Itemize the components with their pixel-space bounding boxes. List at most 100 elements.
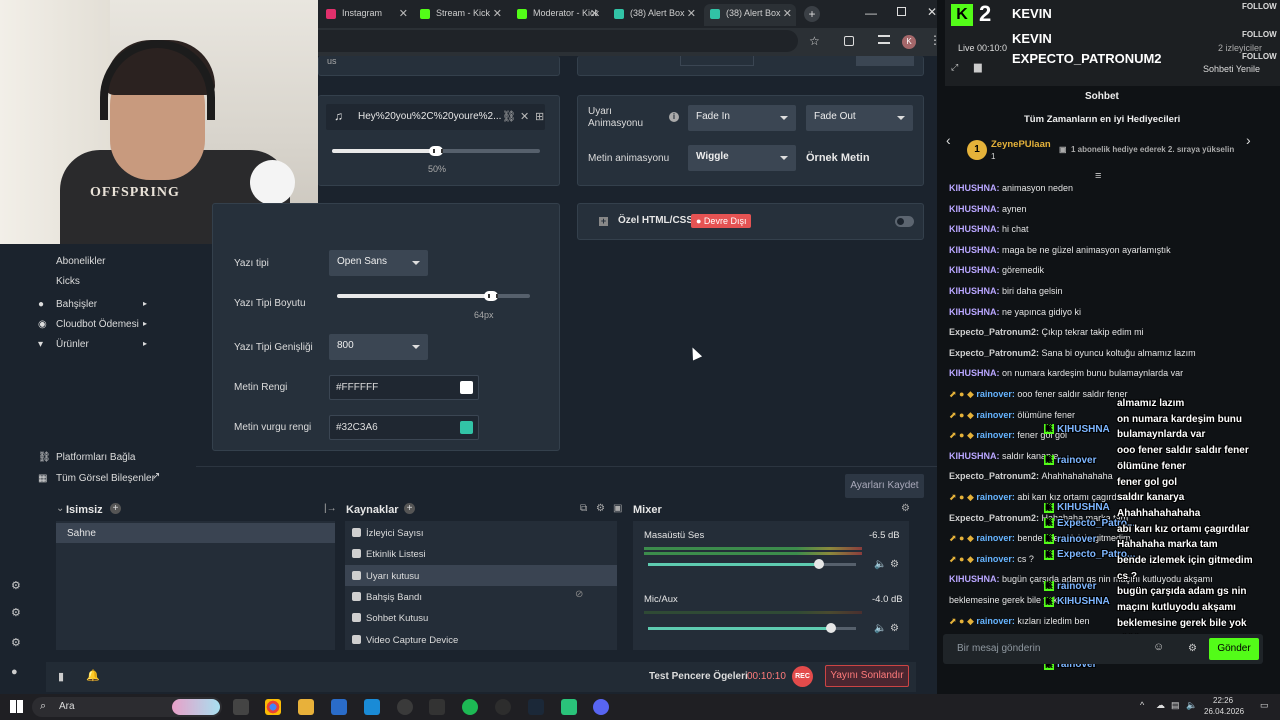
close-icon[interactable]: ✕	[399, 7, 408, 20]
chat-username[interactable]: Expecto_Patronum2:	[949, 471, 1042, 481]
text-animation-select[interactable]: Wiggle	[688, 145, 796, 171]
chat-username[interactable]: rainover:	[976, 389, 1017, 399]
fade-out-select[interactable]: Fade Out	[806, 105, 913, 131]
chat-username[interactable]: KIHUSHNA:	[949, 204, 1002, 214]
gear-icon[interactable]: ⚙	[890, 559, 899, 570]
close-icon[interactable]: ✕	[590, 7, 599, 20]
partial-input[interactable]	[680, 56, 754, 66]
add-scene-button[interactable]: +	[110, 503, 121, 514]
maximize-button[interactable]	[897, 7, 906, 16]
notification-icon[interactable]: ▭	[1260, 700, 1269, 711]
speaker-icon[interactable]: 🔈	[874, 623, 886, 634]
sidebar-item-kicks[interactable]: Kicks	[56, 276, 80, 287]
streamlabs-icon[interactable]	[561, 699, 577, 715]
chat-username[interactable]: KIHUSHNA:	[949, 245, 1002, 255]
close-icon[interactable]: ✕	[520, 110, 529, 123]
chat-username[interactable]: KIHUSHNA:	[949, 451, 1002, 461]
chat-username[interactable]: KIHUSHNA:	[949, 286, 1002, 296]
user-icon[interactable]: ●	[11, 666, 18, 678]
gear-icon[interactable]: ⚙	[11, 579, 21, 592]
link-icon[interactable]: ⛓	[502, 110, 516, 123]
task-view-icon[interactable]	[233, 699, 249, 715]
save-settings-button[interactable]: Ayarları Kaydet	[845, 474, 924, 498]
speaker-icon[interactable]: 🔈	[874, 559, 886, 570]
end-stream-button[interactable]: Yayını Sonlandır	[825, 665, 909, 687]
new-tab-button[interactable]: +	[804, 6, 820, 22]
chat-username[interactable]: Expecto_Patronum2:	[949, 348, 1042, 358]
copy-icon[interactable]: ⧉	[580, 503, 587, 514]
partial-button[interactable]	[856, 56, 914, 66]
tab-alert-box-active[interactable]: (38) Alert Box ✕	[704, 4, 796, 26]
fade-in-select[interactable]: Fade In	[688, 105, 796, 131]
gear-icon[interactable]: ⚙	[1188, 643, 1197, 654]
accent-color-input[interactable]: #32C3A6	[329, 415, 479, 440]
discord-icon[interactable]	[593, 699, 609, 715]
chat-username[interactable]: rainover:	[976, 533, 1017, 543]
source-item[interactable]: Bahşiş Bandı	[352, 591, 422, 603]
volume-thumb[interactable]	[814, 559, 824, 569]
settings-icon[interactable]: ⚙	[11, 636, 21, 649]
volume-icon[interactable]: 🔈	[1186, 700, 1197, 711]
font-family-select[interactable]: Open Sans	[329, 250, 428, 276]
grid-icon[interactable]: ⊞	[535, 110, 544, 123]
spotify-icon[interactable]	[462, 699, 478, 715]
close-icon[interactable]: ✕	[687, 7, 696, 20]
text-color-swatch[interactable]	[460, 381, 473, 394]
chat-username[interactable]: KIHUSHNA:	[949, 307, 1002, 317]
emoji-icon[interactable]: ☺	[1153, 641, 1164, 653]
chat-username[interactable]: KIHUSHNA:	[949, 368, 1002, 378]
tab-moderator[interactable]: Moderator - Kick ✕	[511, 4, 603, 26]
text-color-input[interactable]: #FFFFFF	[329, 375, 479, 400]
source-item[interactable]: Etkinlik Listesi	[352, 549, 426, 560]
refresh-chat-button[interactable]: Sohbeti Yenile	[1203, 64, 1260, 74]
record-button[interactable]: REC	[792, 666, 813, 687]
info-icon[interactable]: i	[669, 112, 679, 122]
cloud-icon[interactable]: ☁	[1156, 700, 1165, 711]
chrome-icon[interactable]	[265, 699, 281, 715]
gift-icon[interactable]: ▆	[974, 62, 982, 73]
tray-chevron-icon[interactable]: ^	[1140, 700, 1144, 710]
sidebar-item-tips[interactable]: Bahşişler	[56, 299, 97, 310]
expand-icon[interactable]: +	[599, 217, 608, 226]
chat-username[interactable]: KIHUSHNA:	[949, 265, 1002, 275]
collapse-icon[interactable]: |→	[324, 503, 337, 514]
accent-color-swatch[interactable]	[460, 421, 473, 434]
gear-icon[interactable]: ⚙	[11, 606, 21, 619]
source-item[interactable]: Video Capture Device	[352, 634, 458, 646]
gear-icon[interactable]: ⚙	[901, 503, 910, 514]
star-icon[interactable]: ☆	[809, 34, 820, 48]
font-size-thumb[interactable]	[484, 291, 498, 301]
chat-username[interactable]: rainover:	[976, 616, 1017, 626]
send-button[interactable]: Gönder	[1209, 638, 1259, 660]
capcut-icon[interactable]	[429, 699, 445, 715]
close-icon[interactable]: ✕	[783, 7, 792, 20]
windows-start-icon[interactable]	[10, 700, 23, 713]
sidebar-item-subscriptions[interactable]: Abonelikler	[56, 256, 105, 267]
chat-username[interactable]: KIHUSHNA:	[949, 224, 1002, 234]
volume-thumb[interactable]	[429, 146, 443, 156]
chat-username[interactable]: KIHUSHNA:	[949, 183, 1002, 193]
sidebar-item-products[interactable]: Ürünler	[56, 339, 89, 350]
chat-username[interactable]: Expecto_Patronum2:	[949, 327, 1042, 337]
app-icon[interactable]	[495, 699, 511, 715]
minimize-button[interactable]: —	[865, 6, 877, 20]
all-widgets-link[interactable]: Tüm Görsel Bileşenler	[56, 473, 155, 484]
bell-icon[interactable]: 🔔	[86, 669, 100, 682]
source-item[interactable]: İzleyici Sayısı	[352, 528, 424, 539]
test-widgets-label[interactable]: Test Pencere Ögeleri	[649, 671, 748, 682]
tab-stream[interactable]: Stream - Kick ✕	[414, 4, 506, 26]
chat-username[interactable]: rainover:	[976, 430, 1017, 440]
connect-platforms-link[interactable]: Platformları Bağla	[56, 452, 135, 463]
chat-username[interactable]: rainover:	[976, 410, 1017, 420]
address-bar[interactable]	[318, 30, 798, 52]
chevron-left-icon[interactable]: ‹	[946, 132, 951, 148]
gear-icon[interactable]: ⚙	[890, 623, 899, 634]
sidebar-item-cloudbot[interactable]: Cloudbot Ödemesi	[56, 319, 139, 330]
filter-icon[interactable]: ⚙	[596, 503, 605, 514]
top-gifter-name[interactable]: ZeynePUlaan	[991, 139, 1051, 150]
source-item[interactable]: Uyarı kutusu	[352, 570, 419, 582]
add-source-button[interactable]: +	[404, 503, 415, 514]
tab-instagram[interactable]: Instagram ✕	[320, 4, 412, 26]
store-icon[interactable]	[331, 699, 347, 715]
custom-css-toggle[interactable]	[895, 216, 914, 227]
